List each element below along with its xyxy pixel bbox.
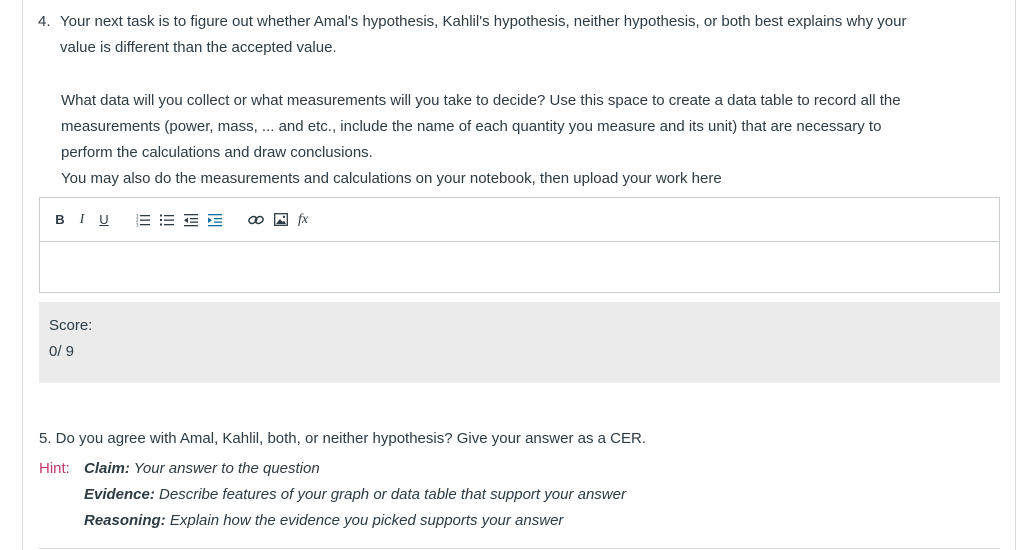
rich-text-editor: B I U 1 2 3 fx — [39, 197, 1000, 293]
divider — [39, 548, 1000, 549]
hint-claim-term: Claim: — [84, 460, 130, 477]
prompt-line-2: measurements (power, mass, ... and etc.,… — [61, 118, 882, 135]
question-4-line-1: Your next task is to figure out whether … — [60, 13, 907, 30]
hint-claim-text: Your answer to the question — [129, 460, 320, 477]
hint-reasoning: Reasoning: Explain how the evidence you … — [84, 508, 984, 534]
editor-toolbar: B I U 1 2 3 fx — [40, 198, 999, 242]
score-panel: Score: 0/ 9 — [39, 302, 1000, 383]
hint-evidence-text: Describe features of your graph or data … — [154, 486, 626, 503]
score-value: 0/ 9 — [49, 343, 75, 360]
prompt-line-1: What data will you collect or what measu… — [61, 92, 901, 109]
hint-label: Hint: — [39, 460, 70, 477]
question-4-prompt: What data will you collect or what measu… — [61, 88, 991, 192]
question-4: 4. Your next task is to figure out whethe… — [38, 9, 998, 61]
image-icon[interactable] — [274, 210, 288, 230]
link-icon[interactable] — [248, 210, 264, 230]
ordered-list-icon[interactable]: 1 2 3 — [136, 210, 150, 230]
score-label: Score: — [49, 317, 93, 334]
equation-icon[interactable]: fx — [298, 210, 308, 230]
underline-button[interactable]: U — [98, 210, 110, 230]
question-5: 5. Do you agree with Amal, Kahlil, both,… — [39, 430, 646, 447]
italic-button[interactable]: I — [76, 210, 88, 230]
bold-button[interactable]: B — [54, 210, 66, 230]
unordered-list-icon[interactable] — [160, 210, 174, 230]
indent-icon[interactable] — [208, 210, 222, 230]
hint-reasoning-text: Explain how the evidence you picked supp… — [165, 512, 564, 529]
hint-claim: Claim: Your answer to the question — [84, 456, 984, 482]
prompt-line-4: You may also do the measurements and cal… — [61, 170, 722, 187]
hint-evidence-term: Evidence: — [84, 486, 155, 503]
question-4-number: 4. — [38, 13, 51, 30]
question-4-line-2: value is different than the accepted val… — [60, 39, 337, 56]
outdent-icon[interactable] — [184, 210, 198, 230]
hint-evidence: Evidence: Describe features of your grap… — [84, 482, 984, 508]
hint-lines: Claim: Your answer to the question Evide… — [84, 456, 984, 534]
svg-text:3: 3 — [136, 222, 139, 227]
hint-reasoning-term: Reasoning: — [84, 512, 166, 529]
editor-content-area[interactable] — [40, 242, 999, 292]
prompt-line-3: perform the calculations and draw conclu… — [61, 144, 373, 161]
